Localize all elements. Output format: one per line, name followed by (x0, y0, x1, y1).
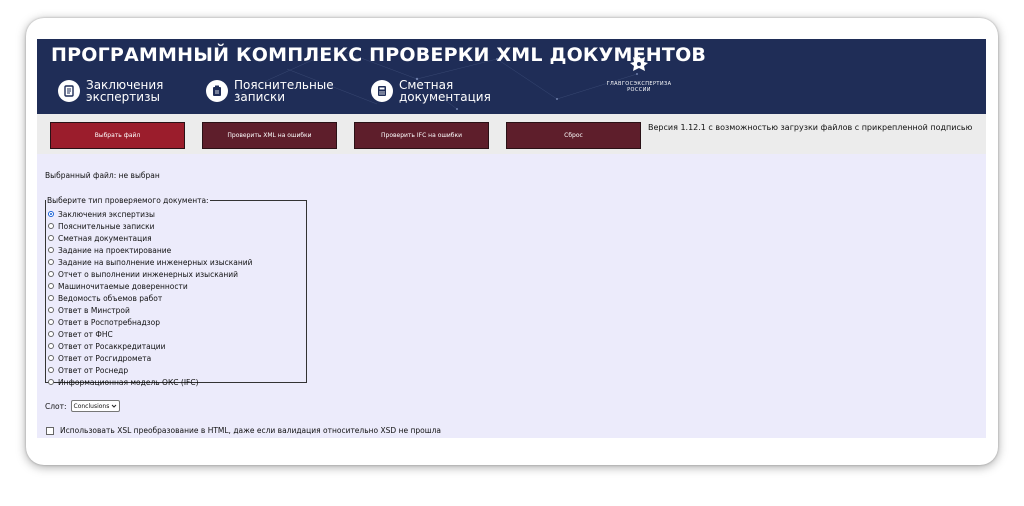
nav-estimate-docs-label: Сметная документация (399, 78, 491, 104)
nav-estimate-docs[interactable]: Сметная документация (371, 77, 491, 105)
document-type-label: Отчет о выполнении инженерных изысканий (58, 269, 238, 279)
reset-button[interactable]: Сброс (506, 122, 641, 149)
toolbar: Выбрать файл Проверить XML на ошибки Про… (37, 114, 986, 154)
check-xml-button[interactable]: Проверить XML на ошибки (202, 122, 337, 149)
document-type-option[interactable]: Пояснительные записки (48, 220, 302, 232)
document-type-label: Ответ от ФНС (58, 329, 113, 339)
nav-explanatory-notes-label: Пояснительные записки (234, 78, 334, 104)
document-type-legend: Выберите тип проверяемого документа: (47, 196, 209, 205)
document-type-label: Заключения экспертизы (58, 209, 155, 219)
document-type-label: Ответ в Роспотребнадзор (58, 317, 160, 327)
document-type-option[interactable]: Заключения экспертизы (48, 208, 302, 220)
document-type-group: Выберите тип проверяемого документа: Зак… (45, 196, 307, 387)
document-type-label: Машиночитаемые доверенности (58, 281, 188, 291)
document-type-option[interactable]: Ведомость объемов работ (48, 292, 302, 304)
document-type-option[interactable]: Ответ от ФНС (48, 328, 302, 340)
slot-label: Слот: (45, 401, 67, 411)
document-type-label: Сметная документация (58, 233, 152, 243)
document-type-option[interactable]: Ответ в Роспотребнадзор (48, 316, 302, 328)
document-type-label: Задание на проектирование (58, 245, 172, 255)
document-type-label: Ответ от Росаккредитации (58, 341, 166, 351)
radio-button[interactable] (48, 319, 54, 325)
eagle-emblem-icon (630, 56, 648, 71)
version-text: Версия 1.12.1 с возможностью загрузки фа… (648, 123, 973, 132)
document-type-option[interactable]: Сметная документация (48, 232, 302, 244)
check-ifc-button[interactable]: Проверить IFC на ошибки (354, 122, 489, 149)
radio-button[interactable] (48, 211, 54, 217)
radio-button[interactable] (48, 331, 54, 337)
radio-button[interactable] (48, 223, 54, 229)
document-type-label: Задание на выполнение инженерных изыскан… (58, 257, 253, 267)
document-type-option[interactable]: Задание на выполнение инженерных изыскан… (48, 256, 302, 268)
radio-button[interactable] (48, 343, 54, 349)
slot-select-value: Conclusions (73, 402, 110, 410)
radio-button[interactable] (48, 259, 54, 265)
radio-button[interactable] (48, 295, 54, 301)
document-icon (58, 80, 80, 102)
document-type-label: Ответ от Роснедр (58, 365, 129, 375)
xsl-option-row: Использовать XSL преобразование в HTML, … (46, 426, 441, 435)
radio-button[interactable] (48, 271, 54, 277)
selected-file-status: Выбранный файл: не выбран (45, 171, 160, 180)
glavgosexpertiza-logo: ГЛАВГОСЭКСПЕРТИЗА РОССИИ (603, 53, 675, 93)
radio-button[interactable] (48, 235, 54, 241)
choose-file-button[interactable]: Выбрать файл (50, 122, 185, 149)
header-banner: ПРОГРАММНЫЙ КОМПЛЕКС ПРОВЕРКИ XML ДОКУМЕ… (37, 39, 986, 114)
document-type-option[interactable]: Задание на проектирование (48, 244, 302, 256)
document-type-label: Ответ в Минстрой (58, 305, 130, 315)
document-type-list: Заключения экспертизы Пояснительные запис… (48, 208, 302, 388)
radio-button[interactable] (48, 355, 54, 361)
radio-button[interactable] (48, 379, 54, 385)
document-type-option[interactable]: Ответ от Роснедр (48, 364, 302, 376)
notes-icon (206, 80, 228, 102)
document-type-label: Пояснительные записки (58, 221, 155, 231)
radio-button[interactable] (48, 367, 54, 373)
document-type-label: Информационная модель ОКС (IFC) (58, 377, 199, 387)
radio-button[interactable] (48, 283, 54, 289)
document-type-option[interactable]: Информационная модель ОКС (IFC) (48, 376, 302, 388)
logo-caption: ГЛАВГОСЭКСПЕРТИЗА РОССИИ (606, 81, 672, 93)
document-type-option[interactable]: Ответ от Росгидромета (48, 352, 302, 364)
calculator-icon (371, 80, 393, 102)
nav-conclusions[interactable]: Заключения экспертизы (58, 77, 163, 105)
slot-select[interactable]: Conclusions (70, 400, 121, 412)
chevron-down-icon (111, 404, 117, 408)
document-type-option[interactable]: Ответ от Росаккредитации (48, 340, 302, 352)
radio-button[interactable] (48, 307, 54, 313)
document-type-label: Ответ от Росгидромета (58, 353, 152, 363)
xsl-checkbox[interactable] (46, 426, 54, 435)
nav-conclusions-label: Заключения экспертизы (86, 78, 164, 104)
nav-explanatory-notes[interactable]: Пояснительные записки (206, 77, 334, 105)
document-type-option[interactable]: Ответ в Минстрой (48, 304, 302, 316)
document-type-label: Ведомость объемов работ (58, 293, 163, 303)
xsl-checkbox-label: Использовать XSL преобразование в HTML, … (60, 426, 441, 435)
app-page: ПРОГРАММНЫЙ КОМПЛЕКС ПРОВЕРКИ XML ДОКУМЕ… (37, 39, 986, 438)
slot-row: Слот: Conclusions (45, 400, 121, 412)
radio-button[interactable] (48, 247, 54, 253)
document-type-option[interactable]: Машиночитаемые доверенности (48, 280, 302, 292)
document-type-option[interactable]: Отчет о выполнении инженерных изысканий (48, 268, 302, 280)
